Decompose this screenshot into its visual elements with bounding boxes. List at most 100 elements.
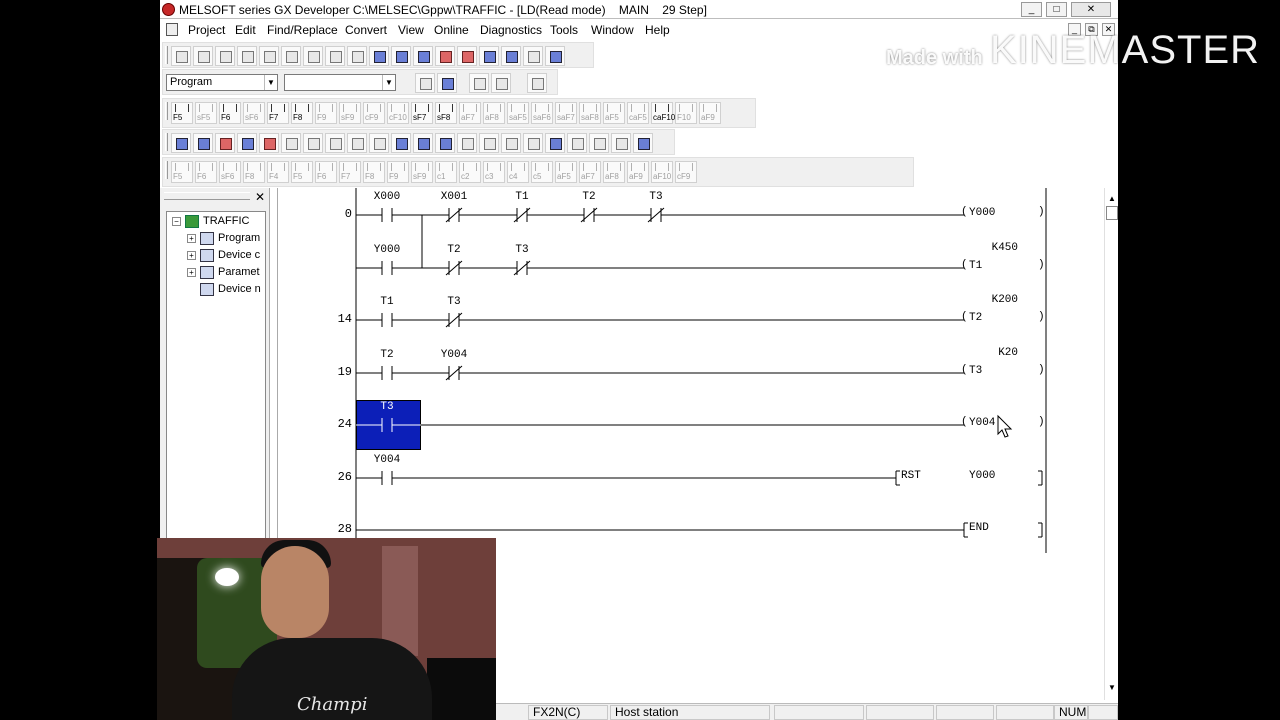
new-project-icon[interactable] [171,46,191,66]
ladder-symbol-button[interactable]: c3 [483,161,505,183]
ladder-symbol-button[interactable]: aF7 [579,161,601,183]
redo-icon[interactable] [347,46,367,66]
device-test-icon[interactable] [237,133,257,153]
ladder-symbol-button[interactable]: aF8 [603,161,625,183]
ladder-symbol-button[interactable]: F8 [291,102,313,124]
zoom-out-icon[interactable] [501,46,521,66]
ladder-symbol-button[interactable]: aF10 [651,161,673,183]
monitor-mode-icon[interactable] [215,133,235,153]
ladder-symbol-button[interactable]: c2 [459,161,481,183]
ladder-symbol-button[interactable]: F6 [219,102,241,124]
comment-icon[interactable] [469,73,489,93]
ladder-symbol-button[interactable]: saF6 [531,102,553,124]
ladder-symbol-button[interactable]: c1 [435,161,457,183]
menu-window[interactable]: Window [591,23,634,37]
menu-tools[interactable]: Tools [550,23,578,37]
partial-icon[interactable] [501,133,521,153]
ladder-symbol-button[interactable]: caF10 [651,102,675,124]
sample-icon[interactable] [523,133,543,153]
ladder-symbol-button[interactable]: F9 [387,161,409,183]
scroll-up-icon[interactable]: ▲ [1108,194,1116,203]
entry-data-icon[interactable] [281,133,301,153]
skip-icon[interactable] [479,133,499,153]
ladder-symbol-button[interactable]: aF5 [555,161,577,183]
trace-icon[interactable] [259,133,279,153]
ladder-symbol-button[interactable]: cF9 [363,102,385,124]
ladder-symbol-button[interactable]: cF10 [387,102,409,124]
ladder-symbol-button[interactable]: F10 [675,102,697,124]
print-icon[interactable] [237,46,257,66]
menu-find-replace[interactable]: Find/Replace [267,23,338,37]
collapse-icon[interactable]: − [172,217,181,226]
write-to-plc-icon[interactable] [435,46,455,66]
menu-edit[interactable]: Edit [235,23,256,37]
monitor-start-icon[interactable] [545,46,565,66]
ladder-symbol-button[interactable]: saF7 [555,102,577,124]
ladder-symbol-button[interactable]: F7 [267,102,289,124]
toolbar-grip[interactable] [165,102,168,120]
expand-icon[interactable]: + [187,268,196,277]
monitor-icon[interactable] [523,46,543,66]
find-device-icon[interactable] [369,46,389,66]
edit-comment-icon[interactable] [325,133,345,153]
ladder-symbol-button[interactable]: sF9 [339,102,361,124]
minimize-button[interactable]: _ [1021,2,1042,17]
cut-icon[interactable] [259,46,279,66]
ladder-symbol-button[interactable]: sF5 [195,102,217,124]
edit-note-icon[interactable] [369,133,389,153]
ladder-symbol-button[interactable]: c4 [507,161,529,183]
expand-icon[interactable]: + [187,234,196,243]
paste-icon[interactable] [303,46,323,66]
screen-icon[interactable] [633,133,653,153]
ladder-symbol-button[interactable]: aF7 [459,102,481,124]
device-list-icon[interactable] [413,133,433,153]
ladder-symbol-button[interactable]: c5 [531,161,553,183]
ladder-symbol-button[interactable]: F5 [171,161,193,183]
chevron-down-icon[interactable]: ▼ [382,75,395,90]
ladder-symbol-button[interactable]: F7 [339,161,361,183]
menu-project[interactable]: Project [188,23,225,37]
edit-statement-icon[interactable] [347,133,367,153]
search-icon[interactable] [435,133,455,153]
ladder-symbol-button[interactable]: saF8 [579,102,601,124]
close-button[interactable]: ✕ [1071,2,1111,17]
menu-help[interactable]: Help [645,23,670,37]
program-name-select[interactable]: ▼ [284,74,396,91]
ladder-symbol-button[interactable]: F6 [195,161,217,183]
reset-icon[interactable] [589,133,609,153]
project-data-icon[interactable] [171,133,191,153]
chevron-down-icon[interactable]: ▼ [264,75,277,90]
ladder-symbol-button[interactable]: sF9 [411,161,433,183]
open-project-icon[interactable] [193,46,213,66]
read-from-plc-icon[interactable] [457,46,477,66]
ladder-symbol-button[interactable]: F4 [267,161,289,183]
device-batch-icon[interactable] [193,133,213,153]
find-instruction-icon[interactable] [391,46,411,66]
ladder-symbol-button[interactable]: cF9 [675,161,697,183]
plc-icon[interactable] [611,133,631,153]
menu-online[interactable]: Online [434,23,469,37]
ladder-symbol-button[interactable]: aF5 [603,102,625,124]
ladder-symbol-button[interactable]: F8 [243,161,265,183]
find-step-icon[interactable] [413,46,433,66]
ladder-symbol-button[interactable]: caF5 [627,102,649,124]
save-icon[interactable] [215,46,235,66]
ladder-symbol-button[interactable]: sF8 [435,102,457,124]
ladder-symbol-button[interactable]: aF8 [483,102,505,124]
vertical-scrollbar[interactable]: ▲ ▼ [1104,188,1118,700]
scroll-down-icon[interactable]: ▼ [1108,683,1116,692]
ladder-symbol-button[interactable]: sF6 [219,161,241,183]
expand-icon[interactable]: + [187,251,196,260]
step-icon[interactable] [457,133,477,153]
list-view-icon[interactable] [437,73,457,93]
program-type-select[interactable]: Program ▼ [166,74,278,91]
ladder-symbol-button[interactable]: F8 [363,161,385,183]
set-icon[interactable] [567,133,587,153]
ladder-symbol-button[interactable]: F5 [171,102,193,124]
ladder-symbol-button[interactable]: F5 [291,161,313,183]
ladder-symbol-button[interactable]: sF7 [411,102,433,124]
toolbar-grip[interactable] [165,133,168,151]
document-icon[interactable] [166,23,178,36]
buffer-memory-icon[interactable] [303,133,323,153]
scroll-thumb[interactable] [1106,206,1118,220]
